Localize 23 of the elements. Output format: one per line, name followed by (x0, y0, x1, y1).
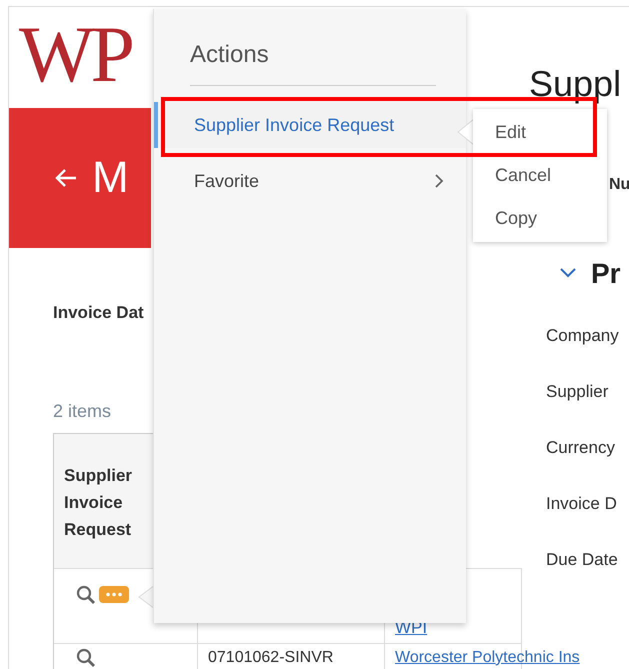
menu-item[interactable]: Cancel (473, 160, 607, 203)
item-count: 2 items (53, 400, 112, 423)
field-label: Invoice Dat (53, 302, 144, 324)
menu-item[interactable]: Edit (473, 117, 607, 160)
menu-item[interactable]: Copy (473, 203, 607, 246)
field-label: Invoice D (546, 493, 618, 515)
chevron-right-icon[interactable] (434, 173, 444, 189)
search-icon[interactable] (76, 648, 95, 668)
table-cell: 07101062-SINVR (198, 644, 385, 669)
field-label: Company (546, 325, 620, 347)
section-title: Pr (591, 257, 621, 291)
page-title: Suppl (529, 62, 622, 106)
field-label: Nu (609, 175, 629, 195)
field-label: Supplier (546, 381, 610, 403)
field-label: Currency (546, 437, 616, 459)
search-icon[interactable] (76, 585, 95, 604)
link[interactable]: Worcester Polytechnic Ins (395, 649, 580, 666)
field-label: Due Date (546, 549, 619, 571)
banner-title: M (92, 156, 129, 200)
menu-title: Actions (190, 40, 269, 70)
menu-item[interactable]: Supplier Invoice Request (154, 102, 466, 148)
menu-item[interactable]: Favorite (154, 158, 466, 204)
back-arrow-icon[interactable] (54, 167, 78, 189)
